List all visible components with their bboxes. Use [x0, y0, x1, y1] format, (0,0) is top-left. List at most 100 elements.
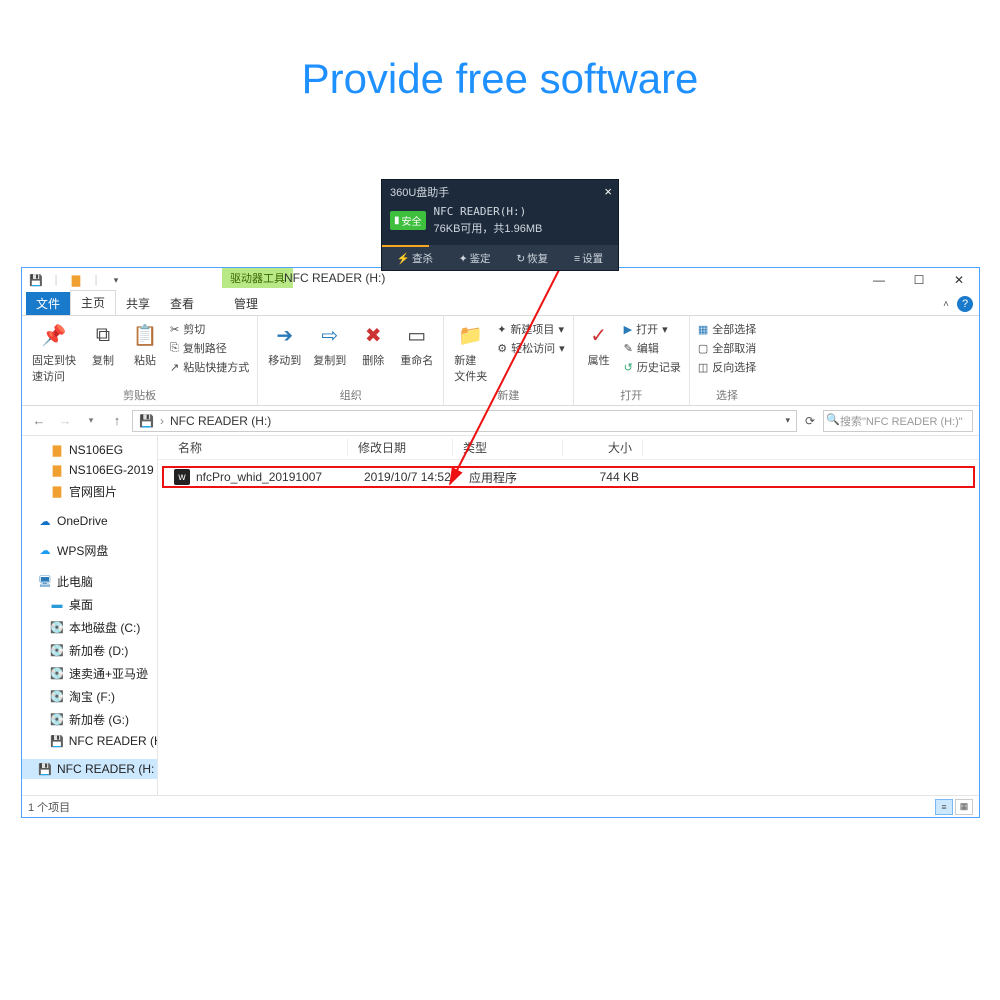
tree-wps[interactable]: ☁WPS网盘	[22, 539, 157, 562]
history-button[interactable]: ↺历史记录	[624, 358, 681, 376]
rename-button[interactable]: ▭ 重命名	[398, 320, 435, 368]
invert-icon: ◫	[698, 361, 708, 374]
navigation-tree[interactable]: ▇NS106EG ▇NS106EG-2019 ▇官网图片 ☁OneDrive ☁…	[22, 436, 158, 795]
popup-scan-button[interactable]: ⚡查杀	[397, 251, 433, 266]
maximize-button[interactable]: ☐	[899, 268, 939, 292]
tab-view[interactable]: 查看	[160, 292, 204, 315]
tree-thispc[interactable]: 🖥此电脑	[22, 570, 157, 593]
paste-shortcut-button[interactable]: ↗粘贴快捷方式	[170, 358, 249, 376]
column-header-type[interactable]: 类型	[453, 439, 563, 456]
delete-button[interactable]: ✖ 删除	[356, 320, 390, 368]
window-title: NFC READER (H:)	[284, 271, 385, 285]
selectnone-icon: ▢	[698, 342, 708, 355]
tree-drive-d[interactable]: 💽新加卷 (D:)	[22, 639, 157, 662]
tab-share[interactable]: 共享	[116, 292, 160, 315]
ribbon-group-select: 选择	[698, 387, 756, 405]
copy-path-button[interactable]: ⎘复制路径	[170, 339, 249, 357]
file-list: 名称 修改日期 类型 大小 w nfcPro_whid_20191007 201…	[158, 436, 979, 795]
tab-home[interactable]: 主页	[70, 290, 116, 315]
close-button[interactable]: ✕	[939, 268, 979, 292]
column-header-name[interactable]: 名称	[158, 439, 348, 456]
pin-to-quick-access-button[interactable]: 📌 固定到快 速访问	[30, 320, 78, 384]
folder-icon: ▇	[50, 444, 64, 457]
invert-selection-button[interactable]: ◫反向选择	[698, 358, 756, 376]
nav-up-button[interactable]: ↑	[106, 413, 128, 428]
search-icon: ✦	[459, 253, 468, 265]
folder-icon[interactable]: ▇	[68, 272, 84, 288]
folder-icon: ▇	[50, 464, 64, 477]
drive-icon: 💾	[139, 414, 154, 428]
help-icon[interactable]: ?	[957, 296, 973, 312]
scissors-icon: ✂	[170, 323, 179, 336]
usb-icon: 💾	[50, 735, 64, 748]
file-row[interactable]: w nfcPro_whid_20191007 2019/10/7 14:52 应…	[162, 466, 975, 488]
tree-drive-g[interactable]: 💽新加卷 (G:)	[22, 708, 157, 731]
select-none-button[interactable]: ▢全部取消	[698, 339, 756, 357]
select-all-button[interactable]: ▦全部选择	[698, 320, 756, 338]
popup-restore-button[interactable]: ↻恢复	[516, 251, 548, 266]
tree-drive-h-root[interactable]: 💾NFC READER (H:	[22, 759, 157, 779]
tab-manage[interactable]: 管理	[222, 292, 270, 315]
tree-folder[interactable]: ▇NS106EG	[22, 440, 157, 460]
search-input[interactable]: 搜索"NFC READER (H:)"	[823, 410, 973, 432]
popup-identify-button[interactable]: ✦鉴定	[459, 251, 491, 266]
new-item-button[interactable]: ✦新建项目 ▾	[497, 320, 564, 338]
tree-folder[interactable]: ▇官网图片	[22, 480, 157, 503]
tree-drive-h[interactable]: 💾NFC READER (H	[22, 731, 157, 751]
file-name: nfcPro_whid_20191007	[196, 470, 322, 484]
ribbon: 📌 固定到快 速访问 ⧉ 复制 📋 粘贴 ✂剪切 ⎘复制路径 ↗粘贴快捷方式 剪…	[22, 316, 979, 406]
drive-icon: 💽	[50, 690, 64, 703]
qat-dropdown-icon[interactable]: ▾	[108, 272, 124, 288]
list-icon: ≡	[574, 253, 580, 265]
collapse-ribbon-icon[interactable]: ˄	[943, 299, 949, 310]
open-button[interactable]: ▶打开 ▾	[624, 320, 681, 338]
move-to-button[interactable]: ➔ 移动到	[266, 320, 303, 368]
address-path: NFC READER (H:)	[170, 414, 271, 428]
cloud-icon: ☁	[38, 515, 52, 528]
nav-recent-dropdown[interactable]: ▾	[80, 415, 102, 426]
copy-button[interactable]: ⧉ 复制	[86, 320, 120, 368]
tree-drive-f[interactable]: 💽淘宝 (F:)	[22, 685, 157, 708]
rename-icon: ▭	[402, 320, 432, 350]
column-header-date[interactable]: 修改日期	[348, 439, 453, 456]
minimize-button[interactable]: —	[859, 268, 899, 292]
popup-drive-info: NFC READER(H:) 76KB可用，共1.96MB	[434, 204, 543, 237]
paste-button[interactable]: 📋 粘贴	[128, 320, 162, 368]
file-type: 应用程序	[459, 469, 569, 486]
properties-icon: ✓	[584, 320, 614, 350]
popup-close-icon[interactable]: ×	[604, 184, 612, 200]
column-header-size[interactable]: 大小	[563, 439, 643, 456]
undo-icon: ↻	[516, 253, 525, 265]
copy-icon: ⧉	[88, 320, 118, 350]
copy-to-button[interactable]: ⇨ 复制到	[311, 320, 348, 368]
edit-button[interactable]: ✎编辑	[624, 339, 681, 357]
cut-button[interactable]: ✂剪切	[170, 320, 249, 338]
refresh-button[interactable]: ⟳	[801, 414, 819, 428]
nav-forward-button[interactable]: →	[54, 413, 76, 428]
tree-drive-c[interactable]: 💽本地磁盘 (C:)	[22, 616, 157, 639]
file-date: 2019/10/7 14:52	[354, 470, 459, 484]
tree-onedrive[interactable]: ☁OneDrive	[22, 511, 157, 531]
properties-button[interactable]: ✓ 属性	[582, 320, 616, 368]
new-folder-button[interactable]: 📁 新建 文件夹	[452, 320, 489, 384]
tree-folder[interactable]: ▇NS106EG-2019	[22, 460, 157, 480]
tree-drive-e[interactable]: 💽速卖通+亚马逊	[22, 662, 157, 685]
ribbon-group-organize: 组织	[266, 387, 435, 405]
pin-icon: 📌	[39, 320, 69, 350]
chevron-down-icon[interactable]: ▾	[785, 415, 790, 426]
nav-back-button[interactable]: ←	[28, 413, 50, 428]
view-icons-button[interactable]: ▦	[955, 799, 973, 815]
drive-icon: 💽	[50, 621, 64, 634]
cloud-icon: ☁	[38, 544, 52, 557]
drive-icon: 💽	[50, 644, 64, 657]
view-details-button[interactable]: ≡	[935, 799, 953, 815]
file-size: 744 KB	[569, 470, 649, 484]
open-icon: ▶	[624, 323, 632, 336]
history-icon: ↺	[624, 361, 633, 374]
address-bar[interactable]: 💾 › NFC READER (H:) ▾	[132, 410, 797, 432]
tab-file[interactable]: 文件	[26, 292, 70, 315]
popup-settings-button[interactable]: ≡设置	[574, 251, 603, 266]
tree-desktop[interactable]: ▬桌面	[22, 593, 157, 616]
easy-access-button[interactable]: ⚙轻松访问 ▾	[497, 339, 564, 357]
drive-icon: 💽	[50, 713, 64, 726]
